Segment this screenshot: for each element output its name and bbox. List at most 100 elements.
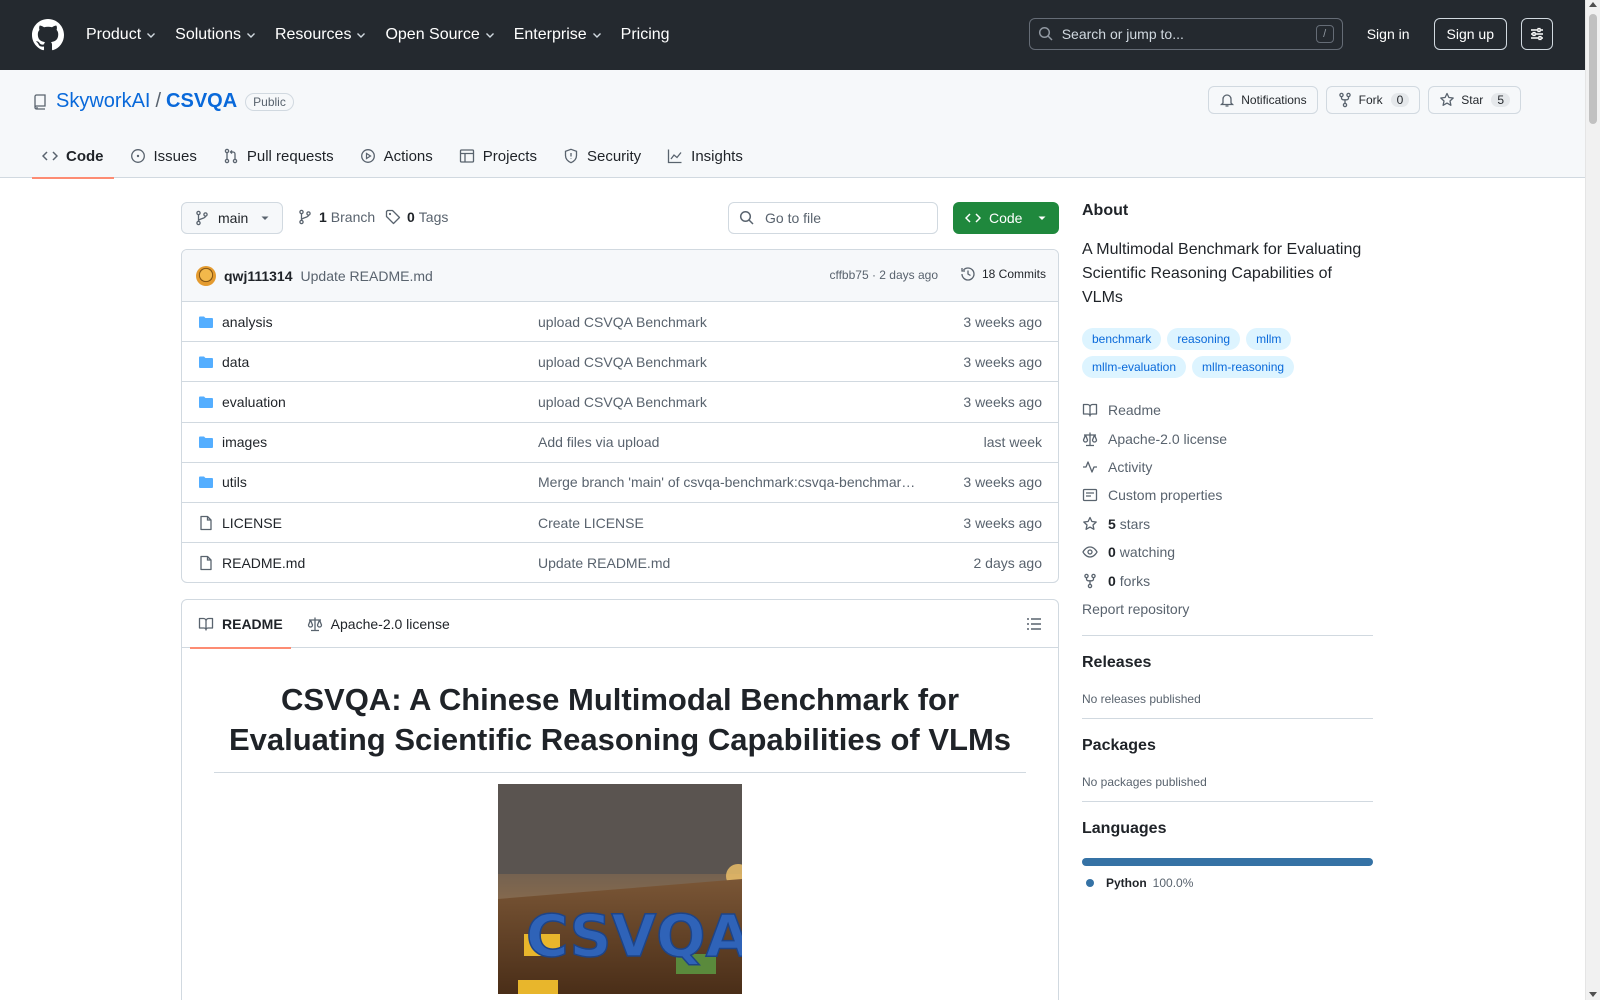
- file-name-link[interactable]: images: [222, 434, 538, 450]
- file-commit-message-link[interactable]: upload CSVQA Benchmark: [538, 394, 918, 410]
- watching-count: 0: [1108, 544, 1116, 561]
- sign-up-button[interactable]: Sign up: [1433, 18, 1507, 50]
- issue-icon: [130, 149, 145, 163]
- nav-resources[interactable]: Resources: [275, 26, 367, 44]
- scrollbar-thumb[interactable]: [1589, 14, 1597, 124]
- file-row[interactable]: images Add files via upload last week: [182, 423, 1058, 463]
- tag-icon: [385, 209, 401, 225]
- custom-properties-link[interactable]: Custom properties: [1082, 481, 1373, 509]
- file-row[interactable]: data upload CSVQA Benchmark 3 weeks ago: [182, 342, 1058, 383]
- file-commit-message-link[interactable]: Merge branch 'main' of csvqa-benchmark:c…: [538, 474, 918, 490]
- branch-selector[interactable]: main: [181, 202, 283, 234]
- file-row[interactable]: evaluation upload CSVQA Benchmark 3 weeks …: [182, 382, 1058, 423]
- commits-history-link[interactable]: 18 Commits: [960, 266, 1046, 282]
- repo-actions: Notifications Fork 0 Star 5: [1200, 86, 1521, 114]
- scroll-down-arrow-icon[interactable]: [1589, 992, 1597, 997]
- commit-hash-and-time[interactable]: cffbb75 · 2 days ago: [829, 268, 938, 282]
- readme-tabs: README Apache-2.0 license: [182, 600, 1058, 649]
- nav-product[interactable]: Product: [86, 26, 157, 44]
- scroll-up-arrow-icon[interactable]: [1589, 2, 1597, 7]
- releases-heading[interactable]: Releases: [1082, 654, 1373, 672]
- nav-solutions[interactable]: Solutions: [175, 26, 257, 44]
- code-dropdown-button[interactable]: Code: [953, 202, 1059, 234]
- readme-link[interactable]: Readme: [1082, 396, 1373, 424]
- file-name-link[interactable]: analysis: [222, 314, 538, 330]
- tab-readme[interactable]: README: [190, 600, 291, 649]
- branches-link[interactable]: 1 Branch: [297, 209, 375, 225]
- file-row[interactable]: LICENSE Create LICENSE 3 weeks ago: [182, 503, 1058, 544]
- sidebar-divider: [1082, 801, 1373, 803]
- tab-pull-requests[interactable]: Pull requests: [213, 134, 344, 178]
- activity-link-label: Activity: [1108, 458, 1153, 475]
- go-to-file-input[interactable]: Go to file: [728, 202, 938, 234]
- nav-open-source[interactable]: Open Source: [385, 26, 495, 44]
- file-name-link[interactable]: evaluation: [222, 394, 538, 410]
- search-icon: [739, 210, 754, 225]
- tags-link[interactable]: 0 Tags: [385, 209, 448, 225]
- caret-down-icon: [1038, 216, 1046, 220]
- file-commit-message-link[interactable]: Add files via upload: [538, 434, 918, 450]
- file-row[interactable]: utils Merge branch 'main' of csvqa-benchm…: [182, 463, 1058, 503]
- tab-code[interactable]: Code: [32, 134, 114, 179]
- sidebar-divider: [1082, 635, 1373, 637]
- site-menu-button[interactable]: [1521, 18, 1553, 50]
- page-scrollbar[interactable]: [1585, 0, 1600, 1000]
- file-row[interactable]: analysis upload CSVQA Benchmark 3 weeks ag…: [182, 302, 1058, 343]
- fork-button[interactable]: Fork 0: [1325, 86, 1421, 114]
- topic-tag[interactable]: mllm-reasoning: [1192, 356, 1295, 378]
- tab-license-label: Apache-2.0 license: [330, 615, 450, 632]
- tab-license[interactable]: Apache-2.0 license: [299, 600, 458, 648]
- github-logo-icon[interactable]: [32, 19, 64, 51]
- activity-link[interactable]: Activity: [1082, 453, 1373, 481]
- repo-icon: [34, 93, 46, 110]
- repo-name-link[interactable]: CSVQA: [166, 90, 237, 113]
- list-icon[interactable]: [1026, 616, 1042, 632]
- file-commit-message-link[interactable]: Update README.md: [538, 555, 918, 571]
- tab-projects[interactable]: Projects: [449, 134, 547, 178]
- tab-pull-requests-label: Pull requests: [246, 147, 334, 165]
- topic-tag[interactable]: mllm: [1246, 328, 1292, 350]
- tab-issues[interactable]: Issues: [120, 134, 207, 178]
- license-link[interactable]: Apache-2.0 license: [1082, 424, 1373, 452]
- stars-link[interactable]: 5 stars: [1082, 510, 1373, 538]
- global-search-input[interactable]: Search or jump to... /: [1028, 18, 1343, 50]
- topic-tag[interactable]: benchmark: [1082, 328, 1162, 350]
- avatar[interactable]: [196, 265, 216, 286]
- file-commit-age: 3 weeks ago: [963, 474, 1042, 491]
- packages-heading[interactable]: Packages: [1082, 737, 1373, 755]
- table-icon: [459, 149, 474, 163]
- file-commit-message-link[interactable]: Create LICENSE: [538, 515, 918, 531]
- branch-icon: [196, 210, 208, 226]
- file-navigation: main 1 Branch 0 Tags Go to file Code: [181, 202, 1059, 234]
- file-commit-message-link[interactable]: upload CSVQA Benchmark: [538, 314, 918, 330]
- forks-link[interactable]: 0 forks: [1082, 566, 1373, 594]
- file-name-link[interactable]: utils: [222, 474, 538, 490]
- language-python[interactable]: Python 100.0%: [1082, 876, 1373, 890]
- nav-enterprise[interactable]: Enterprise: [514, 26, 603, 44]
- file-commit-message-link[interactable]: upload CSVQA Benchmark: [538, 354, 918, 370]
- topic-tag[interactable]: mllm-evaluation: [1082, 356, 1187, 378]
- commit-author-link[interactable]: qwj111314: [224, 268, 293, 284]
- file-row[interactable]: README.md Update README.md 2 days ago: [182, 543, 1058, 582]
- star-label: Star: [1461, 93, 1484, 107]
- notifications-button[interactable]: Notifications: [1208, 86, 1318, 114]
- sign-in-link[interactable]: Sign in: [1359, 26, 1418, 42]
- commit-message-link[interactable]: Update README.md: [301, 268, 433, 284]
- file-name-link[interactable]: README.md: [222, 555, 538, 571]
- fork-icon: [1084, 573, 1096, 588]
- file-commit-age: 3 weeks ago: [963, 393, 1042, 410]
- tab-insights[interactable]: Insights: [657, 134, 753, 178]
- tab-security[interactable]: Security: [553, 134, 651, 178]
- topic-tag[interactable]: reasoning: [1167, 328, 1241, 350]
- watchers-link[interactable]: 0 watching: [1082, 538, 1373, 566]
- file-name-link[interactable]: LICENSE: [222, 515, 538, 531]
- star-button[interactable]: Star 5: [1428, 86, 1521, 114]
- tab-actions[interactable]: Actions: [350, 134, 443, 178]
- pull-request-icon: [224, 148, 238, 164]
- repo-owner-link[interactable]: SkyworkAI: [56, 90, 150, 113]
- tab-issues-label: Issues: [153, 147, 197, 165]
- file-name-link[interactable]: data: [222, 354, 538, 370]
- chevron-down-icon: [357, 33, 366, 38]
- nav-pricing[interactable]: Pricing: [621, 26, 670, 44]
- report-repository-link[interactable]: Report repository: [1082, 595, 1373, 623]
